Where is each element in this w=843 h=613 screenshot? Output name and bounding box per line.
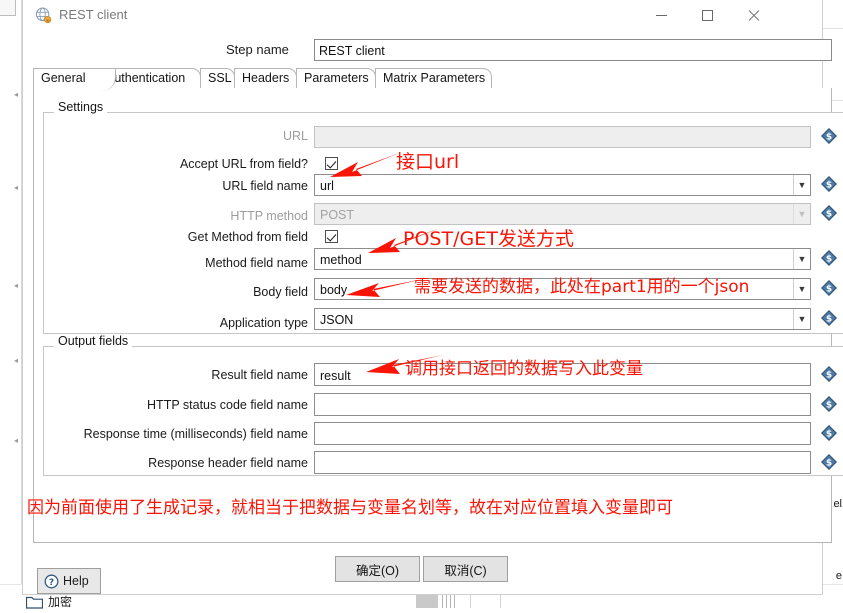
svg-text:$: $ xyxy=(826,284,832,294)
dollar-diamond-icon[interactable]: $ xyxy=(821,366,837,382)
cancel-button[interactable]: 取消(C) xyxy=(423,556,508,582)
annotation-body-text: 需要发送的数据，此处在part1用的一个json xyxy=(414,272,749,297)
response-time-field-name-label: Response time (milliseconds) field name xyxy=(63,427,308,441)
help-button[interactable]: ? Help xyxy=(37,568,101,594)
http-status-code-field-name-label: HTTP status code field name xyxy=(133,398,308,412)
annotation-bottom-text: 因为前面使用了生成记录，就相当于把数据与变量名划等，故在对应位置填入变量即可 xyxy=(27,493,673,518)
svg-text:$: $ xyxy=(826,180,832,190)
background-left-tab xyxy=(0,0,16,16)
dollar-diamond-icon[interactable]: $ xyxy=(821,425,837,441)
dollar-diamond-icon[interactable]: $ xyxy=(821,454,837,470)
step-name-input[interactable] xyxy=(314,39,832,61)
settings-group-title: Settings xyxy=(54,100,107,114)
dollar-diamond-icon[interactable]: $ xyxy=(821,396,837,412)
dollar-diamond-icon[interactable]: $ xyxy=(821,176,837,192)
background-tick: ◂ xyxy=(14,283,19,288)
background-tick: ◂ xyxy=(14,92,19,97)
tab-parameters[interactable]: Parameters xyxy=(296,68,376,89)
dollar-diamond-icon[interactable]: $ xyxy=(821,280,837,296)
get-method-from-field-checkbox[interactable] xyxy=(325,230,338,243)
background-scroll-lines xyxy=(442,594,458,608)
svg-text:$: $ xyxy=(826,209,832,219)
background-tick: ◂ xyxy=(14,358,19,363)
minimize-icon xyxy=(656,15,667,16)
http-method-dropdown-arrow: ▼ xyxy=(793,204,810,224)
response-header-field-name-label: Response header field name xyxy=(128,456,308,470)
globe-icon: ∞ xyxy=(35,7,52,24)
http-method-label: HTTP method xyxy=(193,209,308,223)
svg-text:?: ? xyxy=(49,578,54,588)
svg-text:$: $ xyxy=(826,254,832,264)
url-label: URL xyxy=(233,129,308,143)
background-text-snippet: e xyxy=(836,570,842,582)
tab-headers[interactable]: Headers xyxy=(234,68,297,89)
window-close-button[interactable] xyxy=(730,0,776,31)
svg-text:$: $ xyxy=(826,458,832,468)
question-circle-icon: ? xyxy=(44,574,59,589)
dollar-diamond-icon[interactable]: $ xyxy=(821,205,837,221)
svg-text:$: $ xyxy=(826,370,832,380)
svg-text:$: $ xyxy=(826,314,832,324)
response-header-field-name-input[interactable] xyxy=(314,451,811,474)
annotation-method-text: POST/GET发送方式 xyxy=(403,224,574,251)
tab-ssl[interactable]: SSL xyxy=(200,68,235,89)
accept-url-from-field-label: Accept URL from field? xyxy=(153,157,308,171)
background-tick: ◂ xyxy=(14,185,19,190)
svg-text:$: $ xyxy=(826,429,832,439)
tab-matrix-parameters[interactable]: Matrix Parameters xyxy=(375,68,492,89)
application-type-dropdown-arrow[interactable]: ▼ xyxy=(793,309,810,329)
dollar-diamond-icon[interactable]: $ xyxy=(821,310,837,326)
maximize-icon xyxy=(702,10,713,21)
url-field-name-label: URL field name xyxy=(193,179,308,193)
dollar-diamond-icon[interactable]: $ xyxy=(821,128,837,144)
background-text-snippet: el xyxy=(833,498,842,510)
url-input xyxy=(314,126,811,148)
response-time-field-name-input[interactable] xyxy=(314,422,811,445)
window-maximize-button[interactable] xyxy=(684,0,730,31)
background-folder-label: 加密 xyxy=(48,593,72,610)
svg-text:$: $ xyxy=(826,132,832,142)
annotation-url-text: 接口url xyxy=(396,147,459,174)
step-name-label: Step name xyxy=(226,42,289,57)
folder-icon xyxy=(26,596,43,609)
help-button-label: Help xyxy=(63,574,89,588)
body-field-label: Body field xyxy=(208,285,308,299)
svg-text:∞: ∞ xyxy=(46,18,50,24)
tab-strip: General Authentication SSL Headers Param… xyxy=(33,68,832,89)
application-type-label: Application type xyxy=(188,316,308,330)
output-fields-group-title: Output fields xyxy=(54,334,132,348)
http-method-input xyxy=(314,203,811,225)
ok-button-label: 确定(O) xyxy=(356,560,399,579)
ok-button[interactable]: 确定(O) xyxy=(335,556,420,582)
url-field-name-dropdown-arrow[interactable]: ▼ xyxy=(793,175,810,195)
result-field-name-label: Result field name xyxy=(183,368,308,382)
background-divider xyxy=(821,28,843,29)
background-scroll-tick xyxy=(470,594,471,608)
cancel-button-label: 取消(C) xyxy=(444,560,486,579)
tab-general[interactable]: General xyxy=(33,68,103,89)
background-scrollbar xyxy=(416,594,438,608)
dollar-diamond-icon[interactable]: $ xyxy=(821,250,837,266)
application-type-input[interactable] xyxy=(314,308,811,330)
window-minimize-button[interactable] xyxy=(638,0,684,31)
http-status-code-field-name-input[interactable] xyxy=(314,393,811,416)
dialog-title: REST client xyxy=(59,7,127,22)
background-scroll-tick xyxy=(500,594,501,608)
dialog-titlebar: ∞ REST client xyxy=(23,0,822,31)
method-field-name-label: Method field name xyxy=(183,256,308,270)
background-tick: ◂ xyxy=(14,438,19,443)
close-icon xyxy=(747,9,760,22)
svg-text:$: $ xyxy=(826,400,832,410)
get-method-from-field-label: Get Method from field xyxy=(163,230,308,244)
method-field-name-dropdown-arrow[interactable]: ▼ xyxy=(793,249,810,269)
annotation-arrow-url xyxy=(328,150,403,182)
annotation-result-text: 调用接口返回的数据写入此变量 xyxy=(405,354,643,379)
annotation-arrow-body xyxy=(344,275,424,303)
body-field-dropdown-arrow[interactable]: ▼ xyxy=(793,279,810,299)
